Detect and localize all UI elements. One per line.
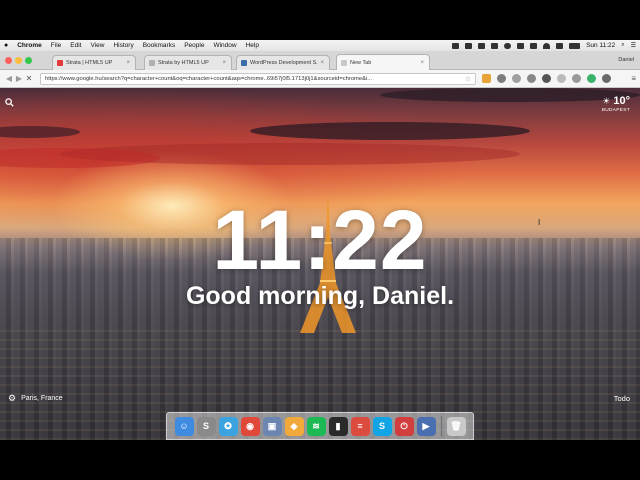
menubar-clock[interactable]: Sun 11:22 — [586, 42, 615, 49]
dock-skype-icon[interactable]: S — [372, 416, 392, 436]
volume-icon[interactable] — [556, 42, 564, 49]
macos-menu-bar: ● Chrome File Edit View History Bookmark… — [0, 40, 640, 51]
text-cursor-icon: I — [538, 218, 541, 227]
favicon-icon — [241, 60, 247, 66]
cloud-band — [0, 126, 80, 138]
status-icon[interactable] — [452, 42, 460, 49]
new-tab-page: ☀ 10° BUDAPEST 11:22 Good morning, Danie… — [0, 88, 640, 440]
close-tab-icon[interactable]: × — [222, 60, 226, 66]
tab-title: New Tab — [350, 59, 372, 66]
dock-chrome-icon[interactable]: ◉ — [240, 416, 260, 436]
weather-widget[interactable]: ☀ 10° BUDAPEST — [602, 95, 630, 113]
favicon-icon — [57, 60, 63, 66]
extension-icon[interactable] — [512, 74, 521, 83]
dock-todoist-icon[interactable]: ≡ — [350, 416, 370, 436]
tab-strata-html5up[interactable]: Strata | HTML5 UP × — [52, 55, 136, 70]
macos-dock: ☺ S ✪ ◉ ▣ ◆ ≋ ▮ ≡ S ⏻ ▶ 🗑 — [166, 412, 474, 440]
tab-wordpress-development[interactable]: WordPress Development S... × — [236, 55, 330, 70]
dock-spotify-icon[interactable]: ≋ — [306, 416, 326, 436]
address-bar-url: https://www.google.hu/search?q=character… — [45, 75, 373, 82]
menu-window[interactable]: Window — [213, 42, 236, 49]
extension-icon[interactable] — [602, 74, 611, 83]
menu-file[interactable]: File — [51, 42, 61, 49]
dock-terminal-icon[interactable]: ▮ — [328, 416, 348, 436]
menubar-status-area: Sun 11:22 ⌕ ☰ — [452, 42, 636, 49]
battery-icon[interactable] — [569, 42, 581, 49]
menu-help[interactable]: Help — [246, 42, 259, 49]
todo-button[interactable]: Todo — [614, 394, 630, 403]
extension-icon[interactable] — [557, 74, 566, 83]
tab-new-tab[interactable]: New Tab × — [336, 54, 430, 70]
zoom-window-button[interactable] — [25, 57, 32, 64]
gear-icon[interactable]: ⚙ — [8, 393, 16, 404]
menu-bookmarks[interactable]: Bookmarks — [143, 42, 176, 49]
dock-screenflow-icon[interactable]: ▶ — [416, 416, 436, 436]
weather-location: BUDAPEST — [601, 108, 630, 113]
close-tab-icon[interactable]: × — [420, 60, 424, 66]
extension-icon[interactable] — [587, 74, 596, 83]
dock-scrivener-icon[interactable]: S — [196, 416, 216, 436]
dock-safari-icon[interactable]: ✪ — [218, 416, 238, 436]
close-window-button[interactable] — [5, 57, 12, 64]
status-icon[interactable] — [517, 42, 525, 49]
menu-history[interactable]: History — [113, 42, 133, 49]
dock-preview-icon[interactable]: ▣ — [262, 416, 282, 436]
dock-finder-icon[interactable]: ☺ — [174, 416, 194, 436]
menu-view[interactable]: View — [90, 42, 104, 49]
extension-icon[interactable] — [497, 74, 506, 83]
wifi-icon[interactable] — [543, 42, 551, 49]
menu-edit[interactable]: Edit — [70, 42, 81, 49]
menu-people[interactable]: People — [184, 42, 204, 49]
tab-title: WordPress Development S... — [250, 60, 319, 66]
back-button[interactable]: ◀ — [4, 74, 14, 83]
tab-title: Strata | HTML5 UP — [66, 60, 113, 66]
photo-info[interactable]: ⚙ Paris, France — [8, 393, 63, 404]
chrome-menu-icon[interactable]: ≡ — [631, 74, 636, 83]
cloud-icon[interactable] — [504, 42, 512, 49]
status-icon[interactable] — [478, 42, 486, 49]
sun-icon: ☀ — [602, 95, 611, 106]
profile-button[interactable]: Daniel — [618, 57, 634, 63]
status-icon[interactable] — [465, 42, 473, 49]
extension-icon[interactable] — [542, 74, 551, 83]
extension-icon[interactable] — [482, 74, 491, 83]
photo-location-label: Paris, France — [21, 395, 63, 402]
dock-separator — [440, 416, 442, 436]
favicon-icon — [341, 59, 347, 66]
tab-strip: Strata | HTML5 UP × Strata by HTML5 UP ×… — [0, 51, 640, 70]
letterbox-bottom — [0, 440, 640, 480]
main-clock: 11:22 — [212, 193, 428, 287]
cloud-band — [0, 148, 160, 168]
status-icon[interactable] — [491, 42, 499, 49]
address-bar[interactable]: https://www.google.hu/search?q=character… — [40, 72, 476, 85]
extension-icon[interactable] — [572, 74, 581, 83]
dock-toggl-icon[interactable]: ⏻ — [394, 416, 414, 436]
close-tab-icon[interactable]: × — [126, 60, 130, 66]
browser-toolbar: ◀ ▶ ✕ https://www.google.hu/search?q=cha… — [0, 70, 640, 88]
tab-strata-by-html5up[interactable]: Strata by HTML5 UP × — [144, 55, 232, 70]
tab-title: Strata by HTML5 UP — [158, 60, 209, 66]
search-icon[interactable] — [5, 98, 14, 107]
apple-menu-icon[interactable]: ● — [4, 42, 8, 49]
app-menu[interactable]: Chrome — [17, 42, 42, 49]
search-icon[interactable]: ⌕ — [621, 42, 624, 49]
cloud-band — [250, 122, 530, 140]
dock-trash-icon[interactable]: 🗑 — [446, 416, 466, 436]
minimize-window-button[interactable] — [15, 57, 22, 64]
letterbox-top — [0, 0, 640, 40]
bookmark-star-icon[interactable]: ☆ — [465, 75, 471, 83]
favicon-icon — [149, 60, 155, 66]
close-tab-icon[interactable]: × — [320, 60, 324, 66]
notification-center-icon[interactable]: ☰ — [631, 42, 636, 49]
extension-icon[interactable] — [527, 74, 536, 83]
status-icon[interactable] — [530, 42, 538, 49]
weather-temperature: 10° — [613, 95, 630, 107]
dock-sketch-icon[interactable]: ◆ — [284, 416, 304, 436]
greeting-text: Good morning, Daniel. — [185, 282, 455, 310]
stop-loading-button[interactable]: ✕ — [24, 74, 34, 83]
forward-button[interactable]: ▶ — [14, 74, 24, 83]
